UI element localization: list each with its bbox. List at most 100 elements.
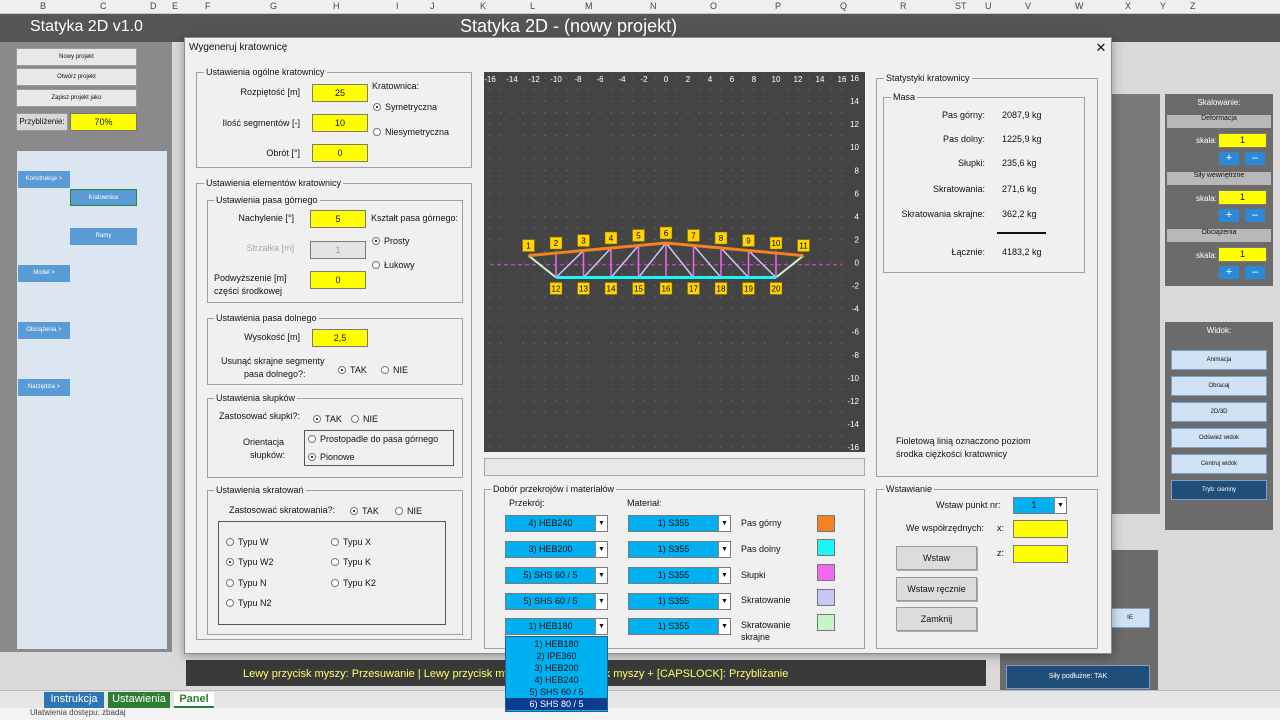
chevron-down-icon[interactable]: ▼ [595,542,607,557]
bracing-type-x-radio[interactable]: Typu X [331,537,371,547]
internal-forces-minus-button[interactable]: – [1245,209,1265,222]
material-combo-edge-bracing[interactable]: 1) S355 ▼ [628,618,731,635]
truss-asymmetric-radio[interactable]: Niesymetryczna [373,127,449,137]
tree-narzedzia[interactable]: Narzędzia > [18,379,70,396]
section-dropdown-item[interactable]: 3) HEB200 [506,662,607,674]
column-letter[interactable]: M [585,1,593,11]
column-letter[interactable]: N [650,1,657,11]
column-letter[interactable]: F [205,1,211,11]
internal-forces-plus-button[interactable]: + [1219,209,1239,222]
bracing-type-n-radio[interactable]: Typu N [226,578,267,588]
tree-ramy[interactable]: Ramy [70,228,137,245]
posts-yes-radio[interactable]: TAK [313,414,342,424]
height-input[interactable]: 2,5 [312,329,368,347]
arrow-input[interactable]: 1 [310,241,366,259]
raise-input[interactable]: 0 [310,271,366,289]
material-combo-bracing[interactable]: 1) S355 ▼ [628,593,731,610]
new-project-button[interactable]: Nowy projekt [16,48,137,66]
column-letter[interactable]: H [333,1,340,11]
column-letter[interactable]: C [100,1,107,11]
insert-point-combo[interactable]: 1 ▼ [1013,497,1067,514]
chevron-down-icon[interactable]: ▼ [595,594,607,609]
bracing-type-w2-radio[interactable]: Typu W2 [226,557,274,567]
axial-forces-button[interactable]: Siły podłużne: TAK [1006,665,1150,689]
column-letter[interactable]: I [396,1,399,11]
column-letter[interactable]: Q [840,1,847,11]
deformation-minus-button[interactable]: – [1245,152,1265,165]
deformation-plus-button[interactable]: + [1219,152,1239,165]
column-letter[interactable]: B [40,1,46,11]
section-combo-top-chord[interactable]: 4) HEB240 ▼ [505,515,608,532]
column-letter[interactable]: R [900,1,907,11]
material-combo-posts[interactable]: 1) S355 ▼ [628,567,731,584]
center-view-button[interactable]: Centruj widok [1171,454,1267,474]
column-letter[interactable]: Z [1190,1,1196,11]
column-letter[interactable]: P [775,1,781,11]
tree-konstrukcje[interactable]: Konstrukcje > [18,171,70,188]
column-letter[interactable]: X [1125,1,1131,11]
segments-input[interactable]: 10 [312,114,368,132]
shape-arched-radio[interactable]: Łukowy [372,260,415,270]
bracing-type-n2-radio[interactable]: Typu N2 [226,598,272,608]
tree-obciazenia[interactable]: Obciążenia > [18,322,70,339]
tree-model[interactable]: Model > [18,265,70,282]
truss-symmetric-radio[interactable]: Symetryczna [373,102,437,112]
dark-mode-button[interactable]: Tryb: ciemny [1171,480,1267,500]
sheet-tab-panel[interactable]: Panel [174,692,214,708]
truss-preview-canvas[interactable]: -16 -14 -12 -10 -8 -6 -4 -2 0 2 4 6 8 10 12 14 16 16 14 12 1… [484,72,865,452]
section-dropdown-item[interactable]: 2) IPE360 [506,650,607,662]
insert-manual-button[interactable]: Wstaw ręcznie [896,577,977,601]
bracing-type-k2-radio[interactable]: Typu K2 [331,578,376,588]
internal-forces-scale[interactable]: 1 [1218,190,1267,205]
column-letter[interactable]: E [172,1,178,11]
insert-z-input[interactable] [1013,545,1068,563]
column-letter[interactable]: Y [1160,1,1166,11]
chevron-down-icon[interactable]: ▼ [595,516,607,531]
column-letter[interactable]: D [150,1,157,11]
open-project-button[interactable]: Otwórz projekt [16,68,137,86]
rotation-input[interactable]: 0 [312,144,368,162]
remove-segments-no-radio[interactable]: NIE [381,365,408,375]
section-combo-posts[interactable]: 5) SHS 60 / 5 ▼ [505,567,608,584]
chevron-down-icon[interactable]: ▼ [1054,498,1066,513]
shape-straight-radio[interactable]: Prosty [372,236,410,246]
column-letter[interactable]: G [270,1,277,11]
posts-vertical-radio[interactable]: Pionowe [308,452,355,462]
material-combo-bottom-chord[interactable]: 1) S355 ▼ [628,541,731,558]
chevron-down-icon[interactable]: ▼ [718,619,730,634]
zoom-value[interactable]: 70% [70,113,137,131]
column-letter[interactable]: O [710,1,717,11]
bracing-type-w-radio[interactable]: Typu W [226,537,269,547]
loads-plus-button[interactable]: + [1219,266,1239,279]
deformation-scale[interactable]: 1 [1218,133,1267,148]
save-project-as-button[interactable]: Zapisz projekt jako [16,89,137,107]
column-letter[interactable]: ST [955,1,967,11]
column-letter[interactable]: L [530,1,535,11]
insert-button[interactable]: Wstaw [896,546,977,570]
section-combo-bottom-chord[interactable]: 3) HEB200 ▼ [505,541,608,558]
chevron-down-icon[interactable]: ▼ [718,594,730,609]
tree-kratownice[interactable]: Kratownice [70,189,137,206]
insert-x-input[interactable] [1013,520,1068,538]
chevron-down-icon[interactable]: ▼ [718,568,730,583]
bracing-type-k-radio[interactable]: Typu K [331,557,371,567]
section-dropdown-list[interactable]: 1) HEB180 2) IPE360 3) HEB200 4) HEB240 5) S… [505,636,608,712]
dialog-close-icon[interactable]: ✕ [1094,40,1108,56]
2d3d-button[interactable]: 2D/3D [1171,402,1267,422]
column-letter[interactable]: W [1075,1,1084,11]
slope-input[interactable]: 5 [310,210,366,228]
column-letter[interactable]: V [1025,1,1031,11]
posts-no-radio[interactable]: NIE [351,414,378,424]
column-letter[interactable]: U [985,1,992,11]
section-dropdown-item[interactable]: 5) SHS 60 / 5 [506,686,607,698]
chevron-down-icon[interactable]: ▼ [718,516,730,531]
remove-segments-yes-radio[interactable]: TAK [338,365,367,375]
section-combo-bracing[interactable]: 5) SHS 60 / 5 ▼ [505,593,608,610]
section-combo-edge-bracing[interactable]: 1) HEB180 ▼ [505,618,608,635]
close-button[interactable]: Zamknij [896,607,977,631]
column-letter[interactable]: J [430,1,435,11]
loads-scale[interactable]: 1 [1218,247,1267,262]
sheet-tab-ustawienia[interactable]: Ustawienia [108,692,170,708]
section-dropdown-item[interactable]: 6) SHS 80 / 5 [506,698,607,710]
refresh-view-button[interactable]: Odśwież widok [1171,428,1267,448]
